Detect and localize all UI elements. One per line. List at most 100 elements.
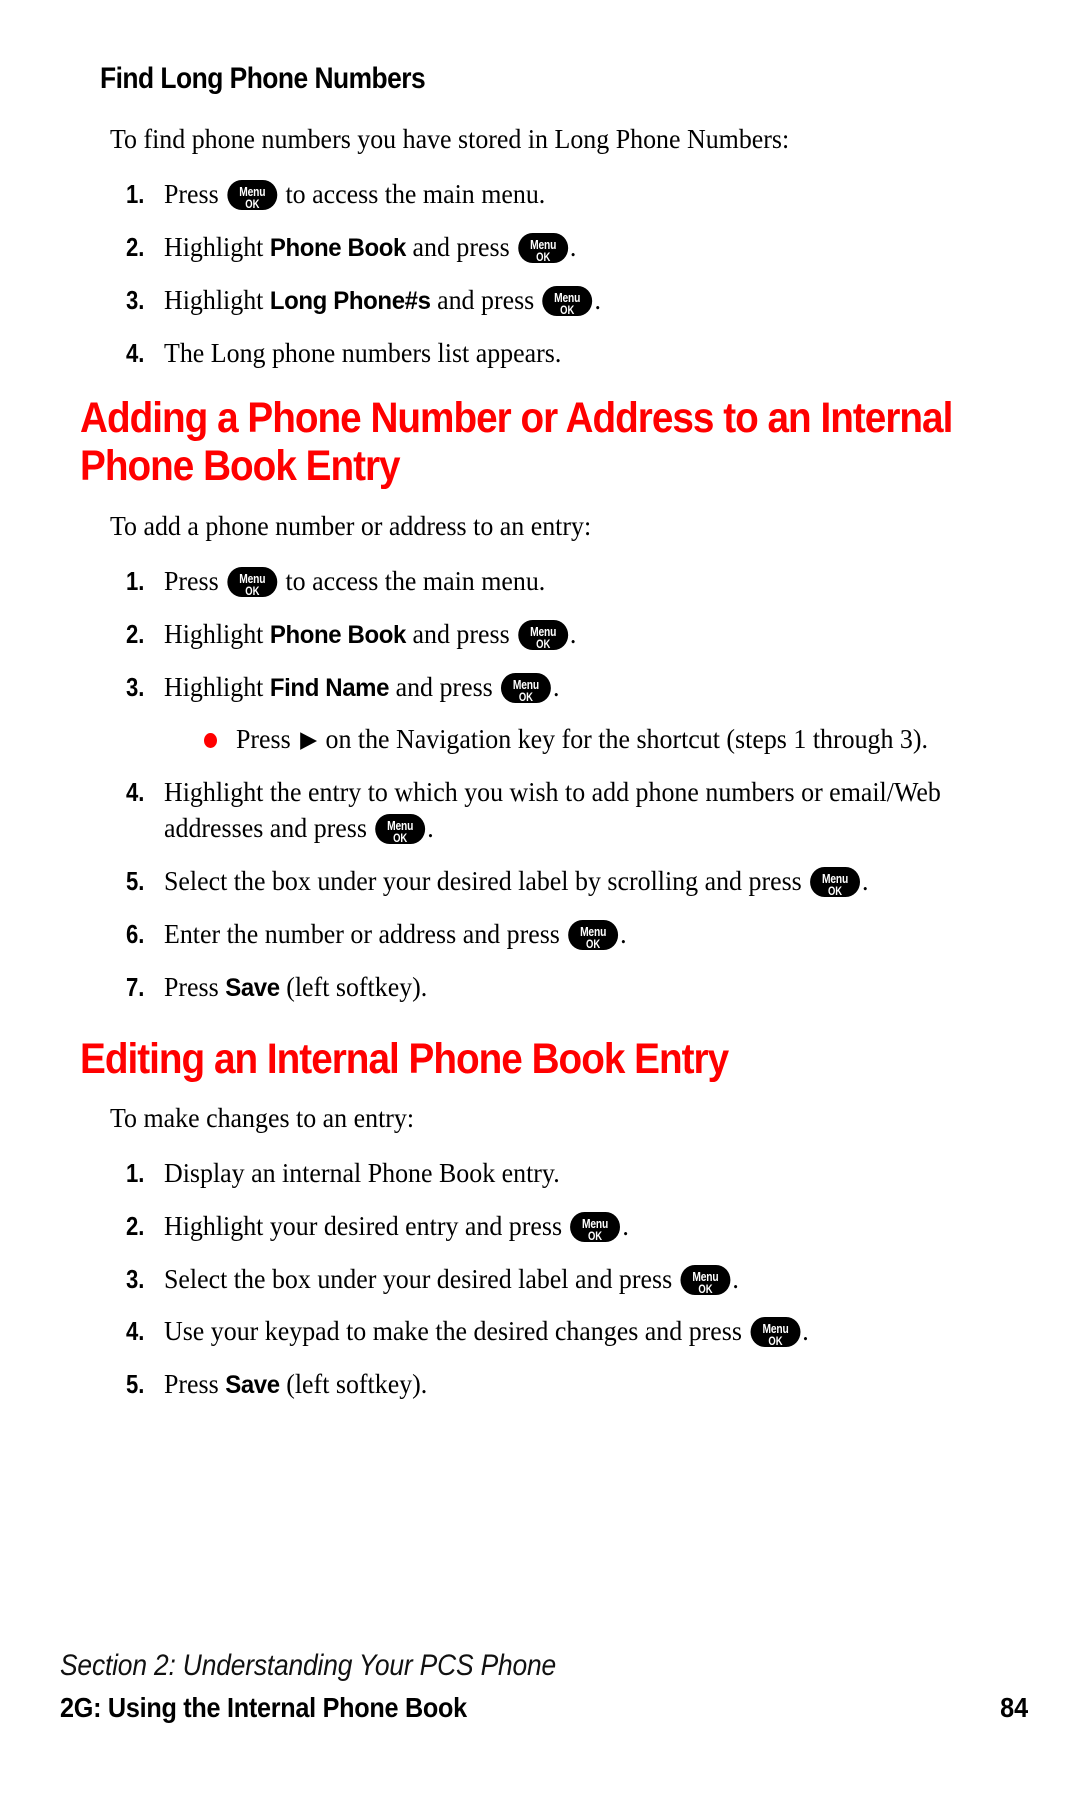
footer-chapter-title: 2G: Using the Internal Phone Book (60, 1692, 467, 1723)
step-text-pre: Press (164, 179, 226, 210)
step-text: Highlight your desired entry and press M… (164, 1209, 985, 1245)
page-footer: Section 2: Understanding Your PCS Phone … (60, 1649, 1028, 1724)
menu-key-line2: OK (698, 1281, 713, 1295)
menu-key-line2: OK (588, 1228, 603, 1242)
step-text-pre: Highlight (164, 672, 270, 703)
page-number: 84 (999, 1692, 1028, 1723)
list-item: 7. Press Save (left softkey). (96, 970, 986, 1006)
step-text-mid: and press (406, 232, 517, 263)
step-text-post: . (552, 672, 560, 703)
lead-editing-entry: To make changes to an entry: (110, 1102, 415, 1133)
step-text: Press Menu OK to access the main menu. (164, 564, 985, 600)
menu-ok-key-icon: Menu OK (501, 673, 552, 704)
step-text-pre: Enter the number or address and press (164, 918, 567, 949)
step-number: 1. (126, 1157, 145, 1188)
page-content: Find Long Phone Numbers To find phone nu… (80, 62, 986, 1420)
steps-adding-phone-number: 1. Press Menu OK to access the main menu.… (96, 564, 986, 1005)
step-text-mid: and press (406, 619, 517, 650)
step-text-post: . (569, 232, 577, 263)
step-text-post: . (861, 865, 869, 896)
menu-ok-key-icon: Menu OK (227, 567, 278, 598)
step-number: 3. (126, 1263, 145, 1294)
step-text-post: . (732, 1263, 739, 1294)
navigation-right-arrow-icon: ▶ (300, 727, 318, 752)
menu-ok-key-icon: Menu OK (750, 1317, 801, 1348)
step-text: Select the box under your desired label … (164, 1262, 985, 1298)
footer-chapter-row: 2G: Using the Internal Phone Book 84 (60, 1692, 1028, 1724)
step-number: 2. (126, 619, 145, 650)
step-number: 5. (126, 1369, 145, 1400)
step-text-mid: and press (389, 672, 500, 703)
step-text-pre: Highlight (164, 284, 270, 315)
step-number: 4. (126, 776, 145, 807)
lead-adding-phone-number: To add a phone number or address to an e… (110, 511, 592, 542)
step-text-post: . (620, 918, 627, 949)
menu-ok-key-icon: Menu OK (810, 866, 861, 897)
step-number: 4. (126, 337, 145, 368)
list-item: 2. Highlight Phone Book and press Menu OK… (96, 617, 986, 653)
heading-adding-phone-number: Adding a Phone Number or Address to an I… (80, 393, 953, 490)
step-text-post: . (802, 1316, 809, 1347)
list-item: 4. Use your keypad to make the desired c… (96, 1314, 986, 1350)
menu-key-line2: OK (586, 936, 601, 950)
step-text: Display an internal Phone Book entry. (164, 1157, 560, 1188)
step-text: Highlight the entry to which you wish to… (164, 775, 985, 847)
step-text: Press Save (left softkey). (164, 970, 985, 1006)
menu-key-line2: OK (535, 637, 551, 651)
bullet-dot-icon (204, 733, 217, 748)
step-text-post: . (569, 619, 577, 650)
step-text-pre: Use your keypad to make the desired chan… (164, 1316, 749, 1347)
menu-key-line2: OK (519, 690, 534, 704)
step-text: Select the box under your desired label … (164, 864, 985, 900)
sub-bullet-list: Press ▶ on the Navigation key for the sh… (164, 722, 986, 758)
menu-ok-key-icon: Menu OK (518, 233, 569, 264)
step-text: Highlight Phone Book and press Menu OK. (164, 230, 985, 266)
steps-find-long-phone-numbers: 1. Press Menu OK to access the main menu.… (96, 177, 986, 372)
step-number: 4. (126, 1316, 145, 1347)
steps-editing-entry: 1. Display an internal Phone Book entry.… (96, 1156, 986, 1404)
list-item: Press ▶ on the Navigation key for the sh… (164, 722, 986, 758)
step-text-mid: (left softkey). (279, 1369, 428, 1400)
bullet-text-pre: Press (236, 724, 298, 754)
step-text-pre: Press (164, 1369, 226, 1400)
step-keyword: Long Phone#s (269, 286, 431, 315)
step-number: 2. (126, 232, 145, 263)
step-text-pre: Select the box under your desired label … (164, 1263, 679, 1294)
list-item: 1. Display an internal Phone Book entry. (96, 1156, 986, 1192)
step-text-post: . (427, 812, 434, 843)
step-text: Enter the number or address and press Me… (164, 917, 985, 953)
list-item: 5. Press Save (left softkey). (96, 1367, 986, 1403)
step-keyword: Find Name (269, 674, 390, 703)
step-number: 3. (126, 284, 145, 315)
menu-ok-key-icon: Menu OK (680, 1264, 731, 1295)
step-text-pre: Press (164, 566, 226, 597)
heading-editing-entry: Editing an Internal Phone Book Entry (80, 1035, 729, 1084)
step-number: 6. (126, 918, 145, 949)
heading-find-long-phone-numbers: Find Long Phone Numbers (100, 62, 426, 95)
step-text-pre: Highlight (164, 232, 270, 263)
step-number: 5. (126, 865, 145, 896)
list-item: 1. Press Menu OK to access the main menu. (96, 564, 986, 600)
menu-key-line2: OK (560, 302, 575, 316)
list-item: 2. Highlight Phone Book and press Menu OK… (96, 230, 986, 266)
step-text-post: to access the main menu. (278, 566, 546, 597)
step-text: Press Menu OK to access the main menu. (164, 177, 985, 213)
list-item: 2. Highlight your desired entry and pres… (96, 1209, 986, 1245)
menu-key-line2: OK (393, 830, 408, 844)
list-item: 5. Select the box under your desired lab… (96, 864, 986, 900)
step-number: 3. (126, 672, 145, 703)
step-keyword: Save (225, 1371, 280, 1400)
menu-ok-key-icon: Menu OK (570, 1211, 621, 1242)
step-keyword: Phone Book (269, 234, 407, 263)
step-text-pre: Highlight the entry to which you wish to… (164, 776, 941, 843)
step-keyword: Save (225, 973, 280, 1002)
step-text-mid: and press (430, 284, 541, 315)
step-number: 2. (126, 1210, 145, 1241)
menu-ok-key-icon: Menu OK (542, 285, 593, 316)
step-text: The Long phone numbers list appears. (164, 337, 562, 368)
list-item: 4. The Long phone numbers list appears. (96, 336, 986, 372)
menu-key-line2: OK (828, 883, 843, 897)
menu-ok-key-icon: Menu OK (227, 180, 278, 211)
menu-ok-key-icon: Menu OK (375, 813, 426, 844)
bullet-text-post: on the Navigation key for the shortcut (… (319, 724, 929, 754)
